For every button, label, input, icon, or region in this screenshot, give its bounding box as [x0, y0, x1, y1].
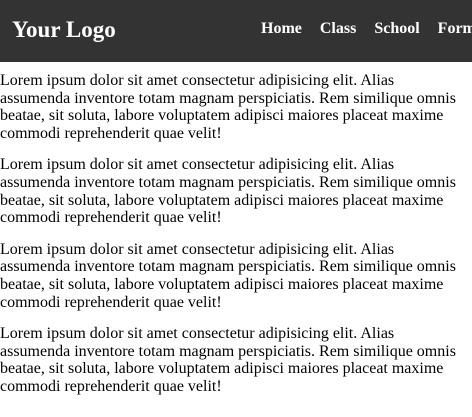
paragraph: Lorem ipsum dolor sit amet consectetur a…: [0, 325, 456, 395]
main-nav: Home Class School Form: [261, 0, 472, 57]
nav-link-home[interactable]: Home: [261, 20, 302, 38]
navbar: Your Logo Home Class School Form: [0, 0, 472, 62]
nav-link-class[interactable]: Class: [320, 20, 356, 38]
paragraph: Lorem ipsum dolor sit amet consectetur a…: [0, 72, 456, 142]
main-content: Lorem ipsum dolor sit amet consectetur a…: [0, 62, 472, 396]
site-logo[interactable]: Your Logo: [12, 0, 116, 59]
nav-link-form[interactable]: Form: [438, 20, 472, 38]
paragraph: Lorem ipsum dolor sit amet consectetur a…: [0, 240, 456, 311]
nav-link-school[interactable]: School: [374, 20, 419, 38]
paragraph: Lorem ipsum dolor sit amet consectetur a…: [0, 156, 456, 227]
